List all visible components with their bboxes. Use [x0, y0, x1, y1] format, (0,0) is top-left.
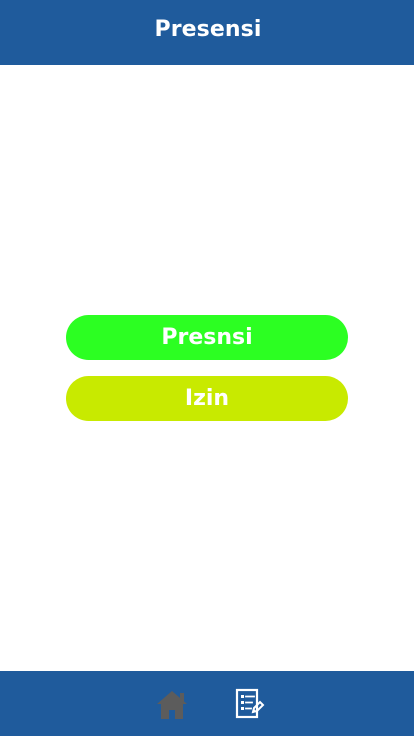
attendance-screen: Presensi Presnsi Izin [0, 0, 414, 736]
home-icon [155, 688, 189, 721]
document-edit-icon [232, 687, 266, 721]
page-title: Presensi [154, 17, 262, 42]
home-nav-button[interactable] [152, 686, 192, 722]
izin-button[interactable]: Izin [66, 376, 348, 421]
attendance-actions-area: Presnsi Izin [0, 65, 414, 671]
top-app-bar: Presensi [0, 0, 414, 65]
bottom-navigation [0, 671, 414, 736]
report-nav-button[interactable] [229, 686, 269, 722]
presensi-button[interactable]: Presnsi [66, 315, 348, 360]
